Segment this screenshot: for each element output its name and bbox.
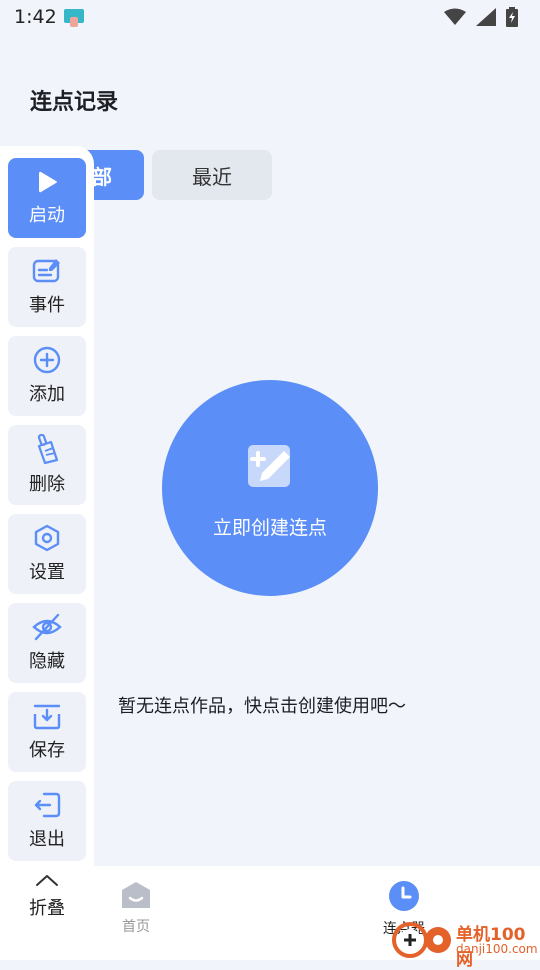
start-button[interactable]: 启动 [8, 158, 86, 238]
plus-circle-icon [33, 346, 61, 374]
add-button[interactable]: 添加 [8, 336, 86, 416]
start-label: 启动 [29, 205, 65, 226]
fold-button[interactable]: 折叠 [8, 872, 86, 938]
save-label: 保存 [29, 740, 65, 761]
clock-icon [389, 881, 419, 911]
play-icon [39, 171, 57, 193]
floating-control-panel: 启动 事件 添加 删除 设置 隐藏 保存 退出 [0, 146, 94, 960]
exit-icon [34, 792, 61, 818]
edit-card-icon [32, 259, 60, 283]
watermark-logo [392, 922, 451, 958]
delete-label: 删除 [29, 474, 65, 495]
eye-off-icon [32, 613, 62, 641]
events-label: 事件 [29, 295, 65, 316]
tray-download-icon [33, 704, 61, 730]
create-label: 立即创建连点 [212, 516, 327, 539]
tab-recent[interactable]: 最近 [152, 150, 272, 200]
status-bar: 1:42 [0, 0, 540, 36]
hide-label: 隐藏 [29, 651, 65, 672]
create-clicker-button[interactable]: 立即创建连点 [162, 380, 378, 596]
exit-label: 退出 [29, 829, 65, 850]
settings-button[interactable]: 设置 [8, 514, 86, 594]
nav-home[interactable]: 首页 [114, 880, 158, 936]
empty-state-text: 暂无连点作品，快点击创建使用吧～ [118, 696, 406, 717]
notification-app-icon [64, 9, 84, 27]
edit-note-icon [248, 444, 290, 487]
watermark: 单机100网 danji100.com [392, 918, 538, 970]
home-icon [122, 882, 150, 908]
battery-icon [506, 7, 518, 27]
page-title: 连点记录 [30, 90, 119, 115]
hide-button[interactable]: 隐藏 [8, 603, 86, 683]
hexagon-gear-icon [34, 524, 60, 552]
status-time: 1:42 [14, 6, 57, 28]
exit-button[interactable]: 退出 [8, 781, 86, 861]
fold-label: 折叠 [29, 898, 65, 919]
status-icons [444, 7, 518, 27]
wifi-icon [444, 8, 466, 25]
settings-label: 设置 [29, 562, 65, 583]
signal-icon [476, 8, 496, 26]
delete-button[interactable]: 删除 [8, 425, 86, 505]
save-button[interactable]: 保存 [8, 692, 86, 772]
chevron-up-icon [36, 875, 58, 886]
watermark-url: danji100.com [456, 942, 538, 956]
nav-home-label: 首页 [122, 919, 150, 935]
broom-icon [37, 434, 59, 464]
events-button[interactable]: 事件 [8, 247, 86, 327]
add-label: 添加 [29, 384, 65, 405]
